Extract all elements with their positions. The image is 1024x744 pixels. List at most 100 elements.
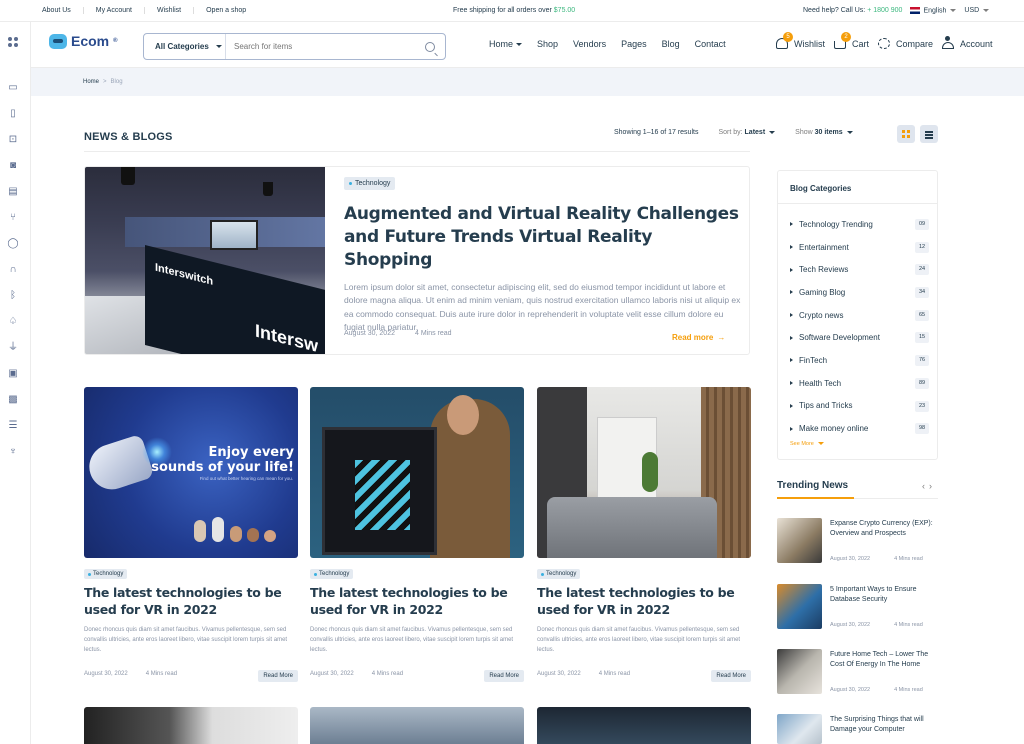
category-item[interactable]: Health Tech 89 [790,372,929,395]
plug-icon[interactable]: ⏚ [7,342,19,353]
robot-icon[interactable]: ⊡ [7,134,19,145]
card-title[interactable]: The latest technologies to be used for V… [537,585,751,618]
category-item[interactable]: Make money online 98 [790,417,929,440]
read-more-label: Read more [672,333,714,342]
currency-select[interactable]: USD [964,7,990,14]
wishlist-button[interactable]: 5 Wishlist [776,32,825,49]
grid-view-button[interactable] [897,125,915,143]
show-select[interactable]: Show 30 items [795,129,853,136]
trending-item[interactable]: 5 Important Ways to Ensure Database Secu… [777,584,938,634]
card-title[interactable]: The latest technologies to be used for V… [84,585,298,618]
trending-item-title[interactable]: The Surprising Things that will Damage y… [830,715,935,735]
post-date: August 30, 2022 [344,330,395,337]
featured-post[interactable]: Interswitch Intersw Technology Augmented… [84,166,750,355]
grid-menu-icon[interactable] [8,37,18,47]
category-select[interactable]: All Categories [144,34,226,59]
nav-contact[interactable]: Contact [695,39,726,49]
watch-icon[interactable]: ◙ [7,160,19,171]
top-right: Need help? Call Us: + 1800 900 English U… [803,6,990,14]
card-image[interactable] [310,387,524,558]
search-icon[interactable] [425,42,435,52]
breadcrumb-bar: Home > Blog [31,68,1024,96]
desk-lamp-icon[interactable]: ♆ [7,446,19,457]
category-item[interactable]: Tech Reviews 24 [790,258,929,281]
link-about-us[interactable]: About Us [42,7,84,14]
card-meta: August 30, 2022 4 Mins read [84,671,177,677]
featured-body: Technology Augmented and Virtual Reality… [344,176,744,334]
chevron-left-icon[interactable]: ‹ [922,481,929,491]
shipping-promo: Free shipping for all orders over $75.00 [453,7,575,14]
bluetooth-icon[interactable]: ᛒ [7,290,19,301]
trending-item-title[interactable]: Future Home Tech – Lower The Cost Of Ene… [830,650,935,670]
card-title[interactable]: The latest technologies to be used for V… [310,585,524,618]
category-item[interactable]: FinTech 76 [790,349,929,372]
printer-icon[interactable]: ▤ [7,186,19,197]
trending-item[interactable]: Future Home Tech – Lower The Cost Of Ene… [777,649,938,699]
card-image[interactable]: Enjoy every sounds of your life! Find out… [84,387,298,558]
phone-icon[interactable]: ▯ [7,108,19,119]
site-header: Ecom® All Categories Home Shop Vendors P… [31,22,1024,68]
arrow-right-icon: → [717,333,726,342]
trending-thumb [777,649,822,694]
category-tag[interactable]: Technology [537,569,581,579]
link-wishlist[interactable]: Wishlist [145,7,195,14]
language-select[interactable]: English [910,6,957,14]
category-tag[interactable]: Technology [84,569,128,579]
read-more-button[interactable]: Read More [711,670,751,682]
trending-item[interactable]: The Surprising Things that will Damage y… [777,714,938,744]
list-view-button[interactable] [920,125,938,143]
monitor-icon[interactable]: ▭ [7,82,19,93]
account-button[interactable]: Account [942,36,993,49]
chip-icon[interactable]: ▣ [7,368,19,379]
nav-home[interactable]: Home [489,39,522,49]
breadcrumb-home[interactable]: Home [83,79,99,85]
read-more-link[interactable]: Read more → [672,333,725,342]
card-image[interactable] [84,707,298,744]
link-my-account[interactable]: My Account [84,7,145,14]
card-excerpt: Donec rhoncus quis diam sit amet faucibu… [84,627,288,653]
featured-image[interactable]: Interswitch Intersw [85,167,325,354]
trending-item-title[interactable]: Expanse Crypto Currency (EXP): Overview … [830,519,935,539]
category-item[interactable]: Software Development 15 [790,326,929,349]
logo-mark: ® [113,38,118,44]
chevron-right-icon[interactable]: › [929,481,936,491]
nav-shop[interactable]: Shop [537,39,558,49]
cart-button[interactable]: 2 Cart [834,32,869,49]
see-more-link[interactable]: See More [790,441,824,447]
nav-vendors[interactable]: Vendors [573,39,606,49]
search-input[interactable] [226,42,406,51]
trending-item-title[interactable]: 5 Important Ways to Ensure Database Secu… [830,585,935,605]
headphones-icon[interactable]: ∩ [7,264,19,275]
tools-icon[interactable]: ⑂ [7,212,19,223]
category-count: 89 [915,377,929,389]
nav-pages[interactable]: Pages [621,39,647,49]
lamp-icon[interactable]: ♤ [7,316,19,327]
category-item[interactable]: Technology Trending 09 [790,213,929,236]
nav-blog[interactable]: Blog [662,39,680,49]
lock-icon[interactable]: ▩ [7,394,19,405]
category-item[interactable]: Tips and Tricks 23 [790,395,929,418]
category-item[interactable]: Gaming Blog 34 [790,281,929,304]
category-tag[interactable]: Technology [310,569,354,579]
card-image[interactable] [537,707,751,744]
mouse-icon[interactable]: ◯ [7,238,19,249]
server-icon[interactable]: ☰ [7,420,19,431]
post-date: August 30, 2022 [310,671,354,677]
chevron-down-icon [983,8,990,12]
featured-title[interactable]: Augmented and Virtual Reality Challenges… [344,203,744,272]
read-more-button[interactable]: Read More [484,670,524,682]
card-image[interactable] [537,387,751,558]
trending-item[interactable]: Expanse Crypto Currency (EXP): Overview … [777,518,938,568]
category-tag[interactable]: Technology [344,177,396,190]
category-name: Gaming Blog [799,287,846,297]
category-item[interactable]: Crypto news 65 [790,304,929,327]
link-open-shop[interactable]: Open a shop [194,7,258,14]
read-more-button[interactable]: Read More [258,670,298,682]
hearing-aid [264,530,276,542]
breadcrumb-separator: > [103,79,107,85]
logo[interactable]: Ecom ® [49,33,118,49]
category-item[interactable]: Entertainment 12 [790,236,929,259]
sort-select[interactable]: Sort by: Latest [718,129,776,136]
card-image[interactable] [310,707,524,744]
compare-button[interactable]: Compare [878,38,933,49]
